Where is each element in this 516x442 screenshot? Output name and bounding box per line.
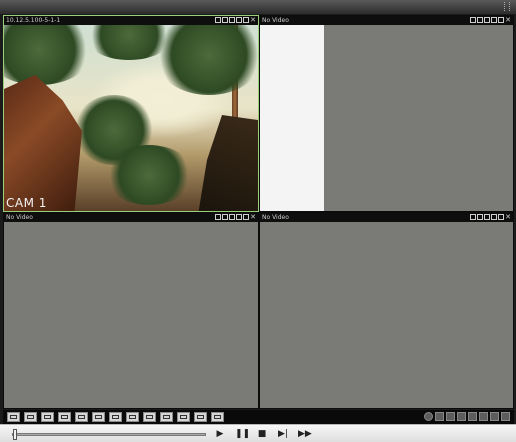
layout-2x2-icon[interactable] — [24, 412, 37, 422]
pane-header: No Video ✕ — [4, 213, 258, 222]
play-icon[interactable]: ▶ — [214, 428, 226, 440]
record-icon[interactable] — [215, 214, 221, 220]
close-icon[interactable]: ✕ — [250, 214, 256, 221]
right-controls — [424, 412, 510, 421]
fullscreen-icon[interactable] — [243, 214, 249, 220]
close-icon[interactable] — [501, 412, 510, 421]
layout-1plus5-icon[interactable] — [58, 412, 71, 422]
pane-toolbar: ✕ — [470, 17, 511, 24]
video-pane-3[interactable]: No Video ✕ — [3, 212, 259, 409]
seek-bar[interactable] — [12, 433, 206, 436]
video-grid: CAM 1 10.12.5.100-5-1-1 ✕ No Video ✕ No … — [3, 15, 514, 409]
rock-left — [4, 75, 82, 211]
white-strip — [260, 25, 324, 211]
seek-handle[interactable] — [13, 429, 17, 440]
pane-header: No Video ✕ — [260, 213, 513, 222]
audio-icon[interactable] — [229, 17, 235, 23]
audio-icon[interactable] — [484, 214, 490, 220]
talk-icon[interactable] — [491, 214, 497, 220]
layout-5x5-icon[interactable] — [109, 412, 122, 422]
foliage — [104, 145, 194, 205]
video-pane-4[interactable]: No Video ✕ — [259, 212, 514, 409]
step-forward-icon[interactable]: ▶| — [277, 428, 289, 440]
fullscreen-icon[interactable] — [498, 214, 504, 220]
record-icon[interactable] — [470, 214, 476, 220]
fullscreen-icon[interactable] — [498, 17, 504, 23]
snapshot-icon[interactable] — [477, 214, 483, 220]
video-surveillance-client: CAM 1 10.12.5.100-5-1-1 ✕ No Video ✕ No … — [0, 0, 516, 442]
record-icon[interactable] — [215, 17, 221, 23]
layout-fullscreen-icon[interactable] — [177, 412, 190, 422]
pane-title: No Video — [262, 17, 289, 24]
rock-right — [198, 115, 258, 211]
pane-toolbar: ✕ — [215, 17, 256, 24]
fast-forward-icon[interactable]: ▶▶ — [298, 428, 312, 440]
layout-6x6-icon[interactable] — [126, 412, 139, 422]
pane-title: 10.12.5.100-5-1-1 — [6, 17, 61, 24]
close-icon[interactable]: ✕ — [505, 17, 511, 24]
foliage — [4, 16, 94, 85]
playback-bar: ▶ ❚❚ ■ ▶| ▶▶ — [0, 424, 516, 442]
playback-controls: ▶ ❚❚ ■ ▶| ▶▶ — [214, 428, 312, 440]
pane-title: No Video — [262, 214, 289, 221]
pane-toolbar: ✕ — [215, 214, 256, 221]
layout-buttons — [7, 412, 224, 422]
grip-icon[interactable] — [504, 2, 510, 11]
layout-snapshot-icon[interactable] — [194, 412, 207, 422]
pane-header: 10.12.5.100-5-1-1 ✕ — [4, 16, 258, 25]
close-icon[interactable]: ✕ — [250, 17, 256, 24]
video-pane-1[interactable]: CAM 1 10.12.5.100-5-1-1 ✕ — [3, 15, 259, 212]
pause-icon[interactable]: ❚❚ — [235, 428, 250, 440]
pane-header: No Video ✕ — [260, 16, 513, 25]
layout-4x4-icon[interactable] — [92, 412, 105, 422]
zoom-icon[interactable] — [468, 412, 477, 421]
layout-custom-icon[interactable] — [211, 412, 224, 422]
video-pane-2[interactable]: No Video ✕ — [259, 15, 514, 212]
stop-icon[interactable]: ■ — [256, 428, 268, 440]
snapshot-icon[interactable] — [222, 17, 228, 23]
pane-toolbar: ✕ — [470, 214, 511, 221]
pane-title: No Video — [6, 214, 33, 221]
settings-icon[interactable] — [424, 412, 433, 421]
talk-icon[interactable] — [491, 17, 497, 23]
close-icon[interactable]: ✕ — [505, 214, 511, 221]
layout-3x3-icon[interactable] — [41, 412, 54, 422]
title-bar — [0, 0, 516, 14]
record-icon[interactable] — [470, 17, 476, 23]
layout-toolbar — [3, 410, 514, 424]
layout-1x1-icon[interactable] — [7, 412, 20, 422]
layout-fit-icon[interactable] — [160, 412, 173, 422]
audio-icon[interactable] — [484, 17, 490, 23]
camera-feed: CAM 1 — [4, 16, 258, 211]
talk-icon[interactable] — [236, 214, 242, 220]
snapshot-icon[interactable] — [477, 17, 483, 23]
snapshot-icon[interactable] — [222, 214, 228, 220]
layout-1plus7-icon[interactable] — [75, 412, 88, 422]
camera-label: CAM 1 — [6, 196, 47, 210]
audio-icon[interactable] — [229, 214, 235, 220]
ptz-icon[interactable] — [457, 412, 466, 421]
talk-icon[interactable] — [236, 17, 242, 23]
window-icon[interactable] — [435, 412, 444, 421]
capture-icon[interactable] — [490, 412, 499, 421]
layout-1plus12-icon[interactable] — [143, 412, 156, 422]
stop-icon[interactable] — [446, 412, 455, 421]
foliage — [154, 16, 258, 95]
fullscreen-icon[interactable] — [243, 17, 249, 23]
record-icon[interactable] — [479, 412, 488, 421]
